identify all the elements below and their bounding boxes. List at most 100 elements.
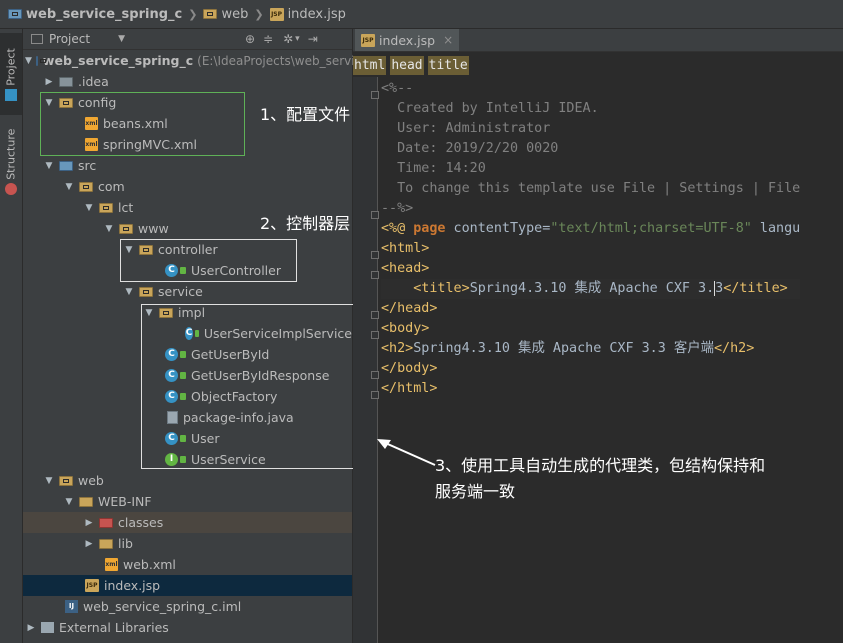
tree-label: www xyxy=(138,221,169,236)
tree-item-src[interactable]: ▼ src xyxy=(23,155,352,176)
fold-marker-icon[interactable] xyxy=(371,331,379,339)
tree-item-web-xml[interactable]: xml web.xml xyxy=(23,554,352,575)
gear-icon[interactable]: ✲ xyxy=(283,32,293,46)
iml-file-icon: IJ xyxy=(65,600,78,613)
fold-marker-icon[interactable] xyxy=(371,311,379,319)
fold-marker-icon[interactable] xyxy=(371,271,379,279)
annotation-box-controller xyxy=(120,239,297,282)
fold-marker-icon[interactable] xyxy=(371,211,379,219)
jsp-file-icon: JSP xyxy=(361,33,375,47)
collapse-arrow-icon[interactable]: ▶ xyxy=(43,77,55,87)
code-line: To change this template use File | Setti… xyxy=(381,181,801,196)
code-line: <html> xyxy=(381,241,430,256)
code-area[interactable]: <%-- Created by IntelliJ IDEA. User: Adm… xyxy=(381,79,801,399)
tree-label: web_service_spring_c xyxy=(42,53,194,68)
breadcrumb-item-module[interactable]: web_service_spring_c xyxy=(0,7,182,22)
tree-path: (E:\IdeaProjects\web_servic xyxy=(197,53,362,68)
crumb-title[interactable]: title xyxy=(427,55,469,75)
expand-arrow-icon[interactable]: ▼ xyxy=(63,182,75,192)
tree-item-classes[interactable]: ▶ classes xyxy=(23,512,352,533)
close-icon[interactable]: × xyxy=(443,33,453,47)
collapse-all-icon[interactable]: ≑ xyxy=(263,32,273,46)
tree-item-web-inf[interactable]: ▼ WEB-INF xyxy=(23,491,352,512)
tree-item-index-jsp[interactable]: JSP index.jsp xyxy=(23,575,352,596)
code-line-h2: <h2>Spring4.3.10 集成 Apache CXF 3.3 客户端</… xyxy=(381,341,755,356)
annotation-2: 2、控制器层 xyxy=(258,210,353,234)
tree-label: lib xyxy=(118,536,133,551)
jsp-file-icon: JSP xyxy=(85,579,99,592)
crumb-head[interactable]: head xyxy=(390,55,424,75)
folder-icon xyxy=(79,496,93,507)
code-line: --%> xyxy=(381,201,414,216)
project-tool-icon xyxy=(5,89,17,101)
locate-icon[interactable]: ⊕ xyxy=(245,32,255,46)
tab-index-jsp[interactable]: JSP index.jsp × xyxy=(355,29,460,51)
expand-arrow-icon[interactable]: ▼ xyxy=(43,476,55,486)
annotation-1: 1、配置文件 xyxy=(258,101,353,125)
tree-item-iml[interactable]: IJ web_service_spring_c.iml xyxy=(23,596,352,617)
package-icon xyxy=(139,286,153,297)
tree-label: web.xml xyxy=(123,557,176,572)
libraries-icon xyxy=(41,622,54,633)
crumb-html[interactable]: html xyxy=(353,55,387,75)
module-folder-icon xyxy=(8,9,22,19)
collapse-arrow-icon[interactable]: ▶ xyxy=(83,539,95,549)
expand-arrow-icon[interactable]: ▼ xyxy=(63,497,75,507)
code-line: </head> xyxy=(381,301,438,316)
expand-arrow-icon[interactable]: ▼ xyxy=(43,161,55,171)
tag-breadcrumbs: html head title xyxy=(353,52,843,78)
tree-label: WEB-INF xyxy=(98,494,152,509)
project-view-icon xyxy=(31,34,43,44)
module-folder-icon xyxy=(35,55,46,66)
tree-label: web_service_spring_c.iml xyxy=(83,599,242,614)
folder-icon xyxy=(59,76,73,87)
folder-icon xyxy=(99,538,113,549)
tree-item-com[interactable]: ▼ com xyxy=(23,176,352,197)
editor-gutter[interactable] xyxy=(353,77,379,643)
expand-arrow-icon[interactable]: ▼ xyxy=(25,56,32,66)
breadcrumb-label: index.jsp xyxy=(287,6,346,22)
hide-panel-icon[interactable]: ⇥ xyxy=(308,32,318,46)
code-line: User: Administrator xyxy=(381,121,551,136)
tree-item-lib[interactable]: ▶ lib xyxy=(23,533,352,554)
annotation-box-service xyxy=(141,304,358,469)
fold-marker-icon[interactable] xyxy=(371,391,379,399)
web-folder-icon xyxy=(203,9,218,19)
tree-item-web[interactable]: ▼ web xyxy=(23,470,352,491)
fold-marker-icon[interactable] xyxy=(371,251,379,259)
tree-item-idea[interactable]: ▶ .idea xyxy=(23,71,352,92)
code-line: Created by IntelliJ IDEA. xyxy=(381,101,599,116)
arrow-annotation-icon xyxy=(377,439,436,466)
tree-item-service[interactable]: ▼ service xyxy=(23,281,352,302)
tab-label: index.jsp xyxy=(379,32,436,48)
navigation-bar: web_service_spring_c ❯ web ❯ JSP index.j… xyxy=(0,0,843,29)
tree-label: service xyxy=(158,284,203,299)
fold-marker-icon[interactable] xyxy=(371,91,379,99)
breadcrumb-item-index[interactable]: JSP index.jsp xyxy=(269,6,346,22)
breadcrumb-label: web_service_spring_c xyxy=(26,6,183,22)
annotation-3-line2: 服务端一致 xyxy=(435,482,516,501)
tree-label: .idea xyxy=(78,74,109,89)
package-icon xyxy=(79,181,93,192)
breadcrumb-label: web xyxy=(221,6,249,22)
project-panel-header: Project ▼ ⊕ ≑ ✲ ▾ ⇥ xyxy=(23,29,352,50)
expand-arrow-icon[interactable]: ▼ xyxy=(83,203,95,213)
chevron-down-icon[interactable]: ▼ xyxy=(118,34,125,44)
tree-label: web xyxy=(78,473,104,488)
jsp-file-icon: JSP xyxy=(269,7,284,21)
chevron-down-icon[interactable]: ▾ xyxy=(295,34,300,44)
tree-label: classes xyxy=(118,515,164,530)
collapse-arrow-icon[interactable]: ▶ xyxy=(83,518,95,528)
breadcrumb-item-web[interactable]: web xyxy=(203,7,248,22)
expand-arrow-icon[interactable]: ▼ xyxy=(123,287,135,297)
tree-item-root[interactable]: ▼ web_service_spring_c (E:\IdeaProjects\… xyxy=(23,50,361,71)
tree-label: External Libraries xyxy=(59,620,169,635)
annotation-3: 3、使用工具自动生成的代理类，包结构保持和 服务端一致 xyxy=(433,453,767,505)
collapse-arrow-icon[interactable]: ▶ xyxy=(25,623,37,633)
code-line: Time: 14:20 xyxy=(381,161,486,176)
tree-item-external-libraries[interactable]: ▶ External Libraries xyxy=(23,617,352,638)
fold-marker-icon[interactable] xyxy=(371,371,379,379)
tab-project[interactable]: 1: Project xyxy=(0,33,22,115)
chevron-right-icon: ❯ xyxy=(254,7,264,21)
expand-arrow-icon[interactable]: ▼ xyxy=(103,224,115,234)
